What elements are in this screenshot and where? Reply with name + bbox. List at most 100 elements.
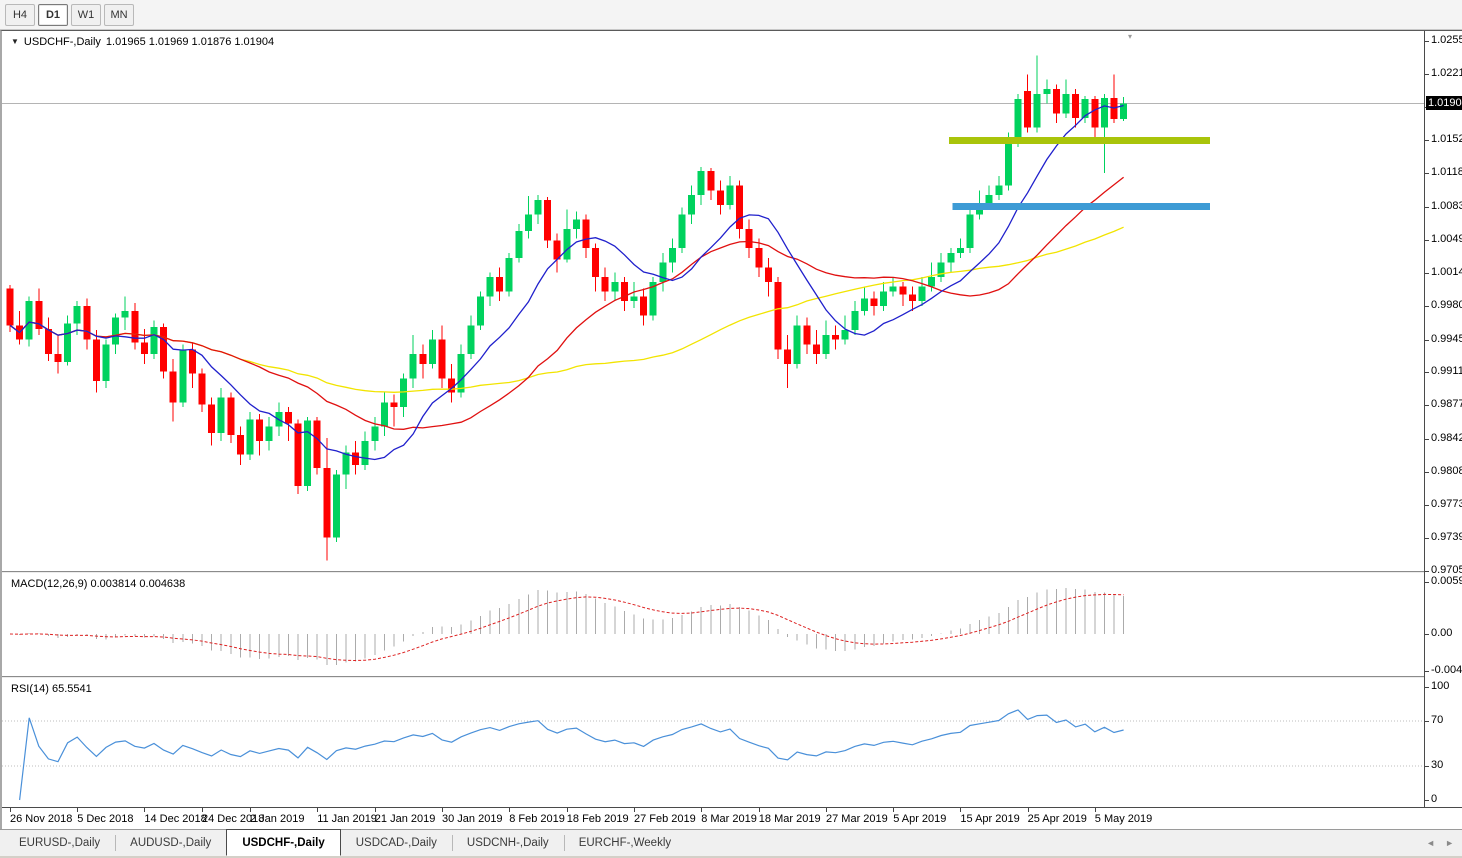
rsi-indicator-pane[interactable]: RSI(14) 65.5541 <box>2 679 1424 807</box>
price-axis-label-tick <box>1425 239 1429 241</box>
price-axis-label: 0.97730 <box>1431 498 1462 511</box>
time-axis-tick <box>442 808 443 812</box>
timeframe-button-w1[interactable]: W1 <box>71 3 101 26</box>
rsi-axis-label: 0 <box>1431 793 1438 805</box>
time-axis-tick <box>634 808 635 812</box>
price-axis-label: 0.98770 <box>1431 398 1462 411</box>
price-axis-label-tick <box>1425 73 1429 75</box>
time-axis-label: 27 Mar 2019 <box>826 813 888 825</box>
time-axis-tick <box>317 808 319 812</box>
price-axis[interactable]: 1.01904 1.025501.022101.018701.015201.01… <box>1424 31 1462 807</box>
tab-scroll-left-icon[interactable]: ◄ <box>1426 838 1435 848</box>
rsi-axis-label: 100 <box>1431 680 1450 692</box>
time-axis-tick <box>1027 808 1029 812</box>
chart-tab-usdchf[interactable]: USDCHF-,Daily <box>226 829 341 856</box>
macd-axis-label: -0.004243 <box>1431 664 1462 676</box>
time-axis-label: 8 Feb 2019 <box>509 813 565 825</box>
price-axis-label: 1.02210 <box>1431 66 1462 79</box>
price-axis-label-tick <box>1425 173 1429 175</box>
time-axis-tick <box>144 808 146 812</box>
rsi-axis-label-tick <box>1425 720 1429 722</box>
rsi-axis-label: 70 <box>1431 713 1444 726</box>
time-axis-label: 26 Nov 2018 <box>10 813 73 825</box>
price-axis-label-tick <box>1425 571 1429 572</box>
chart-title: ▼ USDCHF-,Daily 1.01965 1.01969 1.01876 … <box>11 36 274 48</box>
time-axis-tick <box>758 808 760 812</box>
price-axis-label-tick <box>1425 140 1429 142</box>
price-axis-label-tick <box>1425 41 1429 42</box>
price-axis-label: 1.00830 <box>1431 199 1462 212</box>
price-axis-label: 0.98420 <box>1431 431 1462 444</box>
price-axis-label-tick <box>1425 438 1429 440</box>
time-axis-label: 5 Apr 2019 <box>893 813 947 825</box>
price-axis-label: 1.00490 <box>1431 232 1462 245</box>
macd-axis-label: 0.00597 <box>1431 575 1462 587</box>
time-axis-tick <box>826 808 827 812</box>
time-axis-label: 14 Dec 2018 <box>144 813 207 825</box>
rsi-axis-label-tick <box>1425 687 1429 688</box>
macd-axis-label-tick <box>1425 671 1429 672</box>
time-axis[interactable]: 26 Nov 2018 5 Dec 2018 14 Dec 2018 24 Dec 2… <box>2 807 1462 830</box>
rsi-axis-label-tick <box>1425 766 1429 768</box>
macd-axis-label-tick <box>1425 634 1429 636</box>
time-axis-label: 5 Dec 2018 <box>77 813 134 825</box>
price-axis-label-tick <box>1425 306 1429 307</box>
macd-label: MACD(12,26,9) 0.003814 0.004638 <box>11 578 186 590</box>
tab-scroll-arrows: ◄ ► <box>1426 830 1462 856</box>
price-axis-label: 0.97390 <box>1431 531 1462 544</box>
price-axis-label: 0.98080 <box>1431 464 1462 477</box>
price-chart-pane[interactable]: ▼ USDCHF-,Daily 1.01965 1.01969 1.01876 … <box>2 32 1424 571</box>
chart-tab-eurchf[interactable]: EURCHF-,Weekly <box>563 830 686 856</box>
chart-window[interactable]: ▼ USDCHF-,Daily 1.01965 1.01969 1.01876 … <box>0 30 1462 830</box>
time-axis-label: 25 Apr 2019 <box>1027 813 1087 825</box>
time-axis-label: 15 Apr 2019 <box>960 813 1020 825</box>
price-axis-label: 0.99450 <box>1431 332 1462 345</box>
timeframe-toolbar: H4 D1 W1 MN <box>0 0 1462 30</box>
time-axis-label: 18 Feb 2019 <box>566 813 629 825</box>
tab-scroll-right-icon[interactable]: ► <box>1445 838 1454 848</box>
price-axis-label: 1.02550 <box>1431 34 1462 46</box>
chart-tab-usdcad[interactable]: USDCAD-,Daily <box>341 830 452 856</box>
time-axis-tick <box>202 808 203 812</box>
chart-symbol-label: USDCHF-,Daily <box>23 36 101 48</box>
chart-tab-eurusd[interactable]: EURUSD-,Daily <box>4 830 115 856</box>
price-axis-label-tick <box>1425 405 1429 407</box>
price-axis-label-tick <box>1425 339 1429 341</box>
time-axis-tick <box>566 808 568 812</box>
price-axis-label: 0.99110 <box>1431 365 1462 378</box>
price-axis-label-tick <box>1425 538 1429 540</box>
time-axis-label: 30 Jan 2019 <box>442 813 503 825</box>
time-axis-tick <box>1094 808 1096 812</box>
chart-tab-usdcnh[interactable]: USDCNH-,Daily <box>451 830 564 856</box>
rsi-axis-label-tick <box>1425 800 1429 801</box>
time-axis-tick <box>960 808 962 812</box>
chart-tab-audusd[interactable]: AUDUSD-,Daily <box>115 830 226 856</box>
chart-dropdown-icon[interactable]: ▼ <box>11 38 19 46</box>
chart-tab-bar: EURUSD-,Daily AUDUSD-,Daily USDCHF-,Daily U… <box>0 829 1462 856</box>
timeframe-button-mn[interactable]: MN <box>104 3 134 26</box>
price-axis-label: 0.99800 <box>1431 299 1462 311</box>
chart-shift-marker-icon[interactable]: ▾ <box>1128 32 1132 41</box>
time-axis-tick <box>10 808 11 812</box>
time-axis-label: 27 Feb 2019 <box>634 813 696 825</box>
time-axis-label: 8 Mar 2019 <box>701 813 757 825</box>
price-axis-label-tick <box>1425 206 1429 208</box>
time-axis-label: 2 Jan 2019 <box>250 813 305 825</box>
macd-axis-label-tick <box>1425 582 1429 583</box>
time-axis-label: 11 Jan 2019 <box>317 813 377 825</box>
price-axis-label-tick <box>1425 471 1429 473</box>
rsi-axis-label: 30 <box>1431 759 1444 772</box>
time-axis-label: 21 Jan 2019 <box>374 813 436 825</box>
current-price-tag: 1.01904 <box>1426 96 1462 111</box>
time-axis-tick <box>374 808 376 812</box>
timeframe-button-d1[interactable]: D1 <box>38 3 68 26</box>
price-axis-label-tick <box>1425 273 1429 275</box>
timeframe-button-h4[interactable]: H4 <box>5 3 35 26</box>
rsi-label: RSI(14) 65.5541 <box>11 683 92 695</box>
price-axis-label-tick <box>1425 372 1429 374</box>
macd-axis-label: 0.00 <box>1431 627 1453 640</box>
time-axis-tick <box>77 808 79 812</box>
macd-indicator-pane[interactable]: MACD(12,26,9) 0.003814 0.004638 <box>2 574 1424 677</box>
time-axis-tick <box>509 808 511 812</box>
price-axis-label-tick <box>1425 505 1429 507</box>
